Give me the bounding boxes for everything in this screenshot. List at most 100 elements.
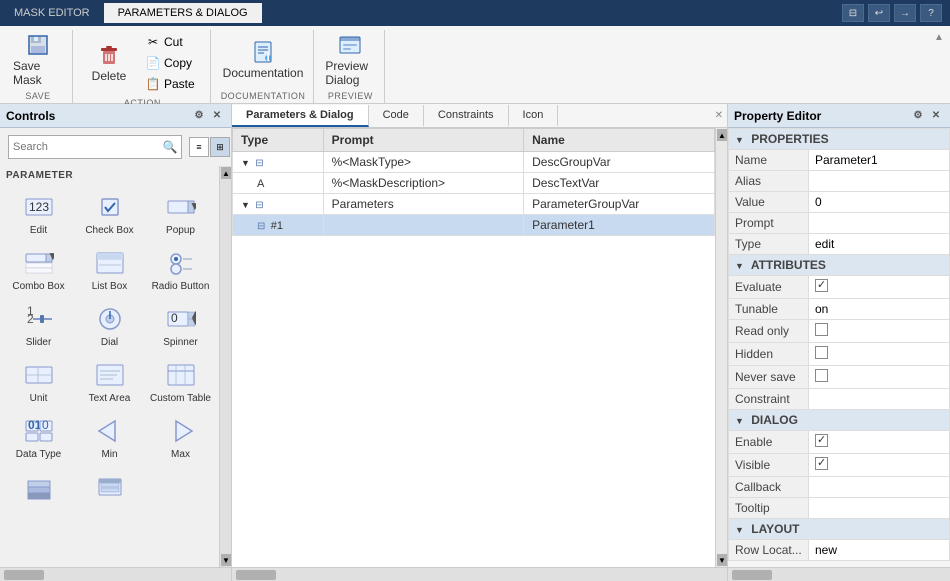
prop-value-neversave[interactable] [809, 366, 950, 389]
grid-view-btn[interactable]: ⊞ [210, 137, 230, 157]
hidden-checkbox[interactable] [815, 346, 828, 359]
toolbar-documentation-group: i Documentation DOCUMENTATION [213, 30, 315, 103]
right-panel-hscrollbar[interactable] [728, 567, 950, 581]
prop-value-readonly[interactable] [809, 320, 950, 343]
center-scroll-up[interactable]: ▲ [717, 129, 727, 141]
panel-settings-btn[interactable]: ⚙ [191, 108, 207, 124]
prop-close-btn[interactable]: ✕ [928, 108, 944, 124]
preview-dialog-icon [338, 33, 362, 57]
tab-parameters-dialog-main[interactable]: Parameters & Dialog [232, 105, 369, 127]
list-view-btn[interactable]: ≡ [189, 137, 209, 157]
svg-text:▼: ▼ [47, 249, 54, 263]
visible-checkbox[interactable] [815, 457, 828, 470]
control-stack2[interactable] [75, 467, 144, 510]
window-minimize-btn[interactable]: ⊟ [842, 4, 864, 22]
control-unit[interactable]: Unit [4, 355, 73, 409]
tab-code[interactable]: Code [369, 105, 424, 127]
control-edit[interactable]: 123 Edit [4, 187, 73, 241]
center-scroll-down[interactable]: ▼ [717, 554, 727, 566]
control-dial[interactable]: Dial [75, 299, 144, 353]
center-scrollbar[interactable]: ▲ ▼ [715, 128, 727, 567]
prop-value-value[interactable]: 0 [809, 192, 950, 213]
datatype-control-icon: 01 0 [23, 416, 55, 446]
prop-row-alias: Alias [729, 171, 950, 192]
prop-row-value: Value 0 [729, 192, 950, 213]
tab-mask-editor[interactable]: MASK EDITOR [0, 3, 104, 23]
panel-close-btn[interactable]: ✕ [209, 108, 225, 124]
control-datatype[interactable]: 01 0 Data Type [4, 411, 73, 465]
control-radiobutton[interactable]: Radio Button [146, 243, 215, 297]
evaluate-checkbox[interactable] [815, 279, 828, 292]
svg-text:0: 0 [171, 311, 178, 325]
prop-value-prompt[interactable] [809, 213, 950, 234]
tab-icon[interactable]: Icon [509, 105, 559, 127]
prop-value-tooltip[interactable] [809, 498, 950, 519]
prop-value-callback[interactable] [809, 477, 950, 498]
prop-value-tunable[interactable]: on [809, 299, 950, 320]
section-attributes: ▼ ATTRIBUTES [729, 255, 950, 276]
prop-row-readonly: Read only [729, 320, 950, 343]
combobox-control-icon: ▼ [23, 248, 55, 278]
control-min[interactable]: Min [75, 411, 144, 465]
properties-collapse-icon[interactable]: ▼ [735, 135, 744, 145]
center-panel-close[interactable]: ✕ [715, 110, 723, 121]
search-input[interactable] [9, 139, 159, 155]
window-redo-btn[interactable]: → [894, 4, 916, 22]
prop-settings-btn[interactable]: ⚙ [910, 108, 926, 124]
prop-value-evaluate[interactable] [809, 276, 950, 299]
prop-value-type[interactable]: edit [809, 234, 950, 255]
control-spinner[interactable]: 0 ▲ ▼ Spinner [146, 299, 215, 353]
control-max[interactable]: Max [146, 411, 215, 465]
preview-dialog-button[interactable]: Preview Dialog [324, 34, 376, 86]
prop-value-visible[interactable] [809, 454, 950, 477]
controls-title: Controls [6, 109, 55, 123]
tab-parameters-dialog[interactable]: PARAMETERS & DIALOG [104, 3, 262, 23]
enable-checkbox[interactable] [815, 434, 828, 447]
table-row[interactable]: ▼ ⊟ %<MaskType> DescGroupVar [233, 152, 715, 173]
control-customtable[interactable]: Custom Table [146, 355, 215, 409]
neversave-checkbox[interactable] [815, 369, 828, 382]
paste-button[interactable]: 📋 Paste [139, 74, 202, 94]
delete-button[interactable]: Delete [83, 37, 135, 89]
prop-value-enable[interactable] [809, 431, 950, 454]
prop-value-constraint[interactable] [809, 389, 950, 410]
readonly-checkbox[interactable] [815, 323, 828, 336]
save-mask-button[interactable]: Save Mask [12, 34, 64, 86]
cut-button[interactable]: ✂ Cut [139, 32, 202, 52]
dialog-collapse-icon[interactable]: ▼ [735, 416, 744, 426]
prop-value-rowlocation[interactable]: new [809, 540, 950, 561]
row4-prompt [323, 215, 523, 236]
prop-label-hidden: Hidden [729, 343, 809, 366]
layout-collapse-icon[interactable]: ▼ [735, 525, 744, 535]
paste-icon: 📋 [146, 77, 160, 91]
property-editor-header: Property Editor ⚙ ✕ [728, 104, 950, 128]
scroll-up-btn[interactable]: ▲ [221, 167, 231, 179]
prop-value-alias[interactable] [809, 171, 950, 192]
textarea-control-icon [94, 360, 126, 390]
edit-control-icon: 123 [23, 192, 55, 222]
window-undo-btn[interactable]: ↩ [868, 4, 890, 22]
copy-button[interactable]: 📄 Copy [139, 53, 202, 73]
center-hscrollbar[interactable] [232, 567, 727, 581]
window-help-btn[interactable]: ? [920, 4, 942, 22]
toolbar-collapse-btn[interactable]: ▲ [934, 32, 946, 44]
left-panel-scrollbar[interactable]: ▲ ▼ [219, 166, 231, 567]
table-row[interactable]: ▼ ⊟ Parameters ParameterGroupVar [233, 194, 715, 215]
control-textarea[interactable]: Text Area [75, 355, 144, 409]
control-listbox[interactable]: List Box [75, 243, 144, 297]
control-popup[interactable]: ▼ Popup [146, 187, 215, 241]
search-button[interactable]: 🔍 [159, 136, 181, 158]
prop-value-name[interactable]: Parameter1 [809, 150, 950, 171]
table-row[interactable]: A %<MaskDescription> DescTextVar [233, 173, 715, 194]
table-row-selected[interactable]: ⊟ #1 Parameter1 [233, 215, 715, 236]
attributes-collapse-icon[interactable]: ▼ [735, 261, 744, 271]
control-combobox[interactable]: ▼ Combo Box [4, 243, 73, 297]
left-panel-hscrollbar[interactable] [0, 567, 231, 581]
control-checkbox[interactable]: Check Box [75, 187, 144, 241]
control-slider[interactable]: 1 2 Slider [4, 299, 73, 353]
scroll-down-btn[interactable]: ▼ [221, 554, 231, 566]
control-stack1[interactable] [4, 467, 73, 510]
prop-value-hidden[interactable] [809, 343, 950, 366]
tab-constraints[interactable]: Constraints [424, 105, 509, 127]
documentation-button[interactable]: i Documentation [237, 34, 289, 86]
